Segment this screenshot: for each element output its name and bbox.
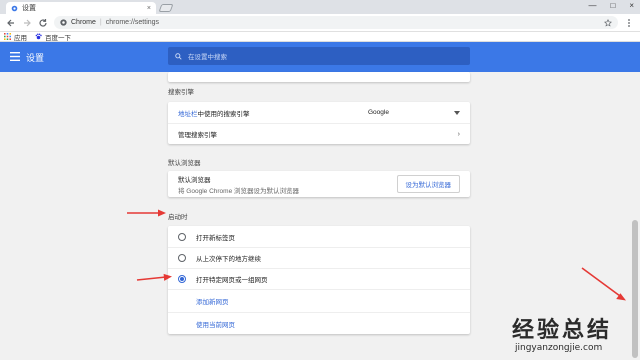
watermark-url: jingyanzongjie.com: [515, 343, 603, 353]
arrow-to-selected-option-icon: [136, 273, 172, 281]
arrow-to-startup-heading-icon: [127, 209, 166, 217]
annotation-arrows: [127, 209, 626, 301]
arrow-to-scrollbar-icon: [581, 267, 626, 301]
watermark-title: 经验总结: [512, 318, 613, 343]
